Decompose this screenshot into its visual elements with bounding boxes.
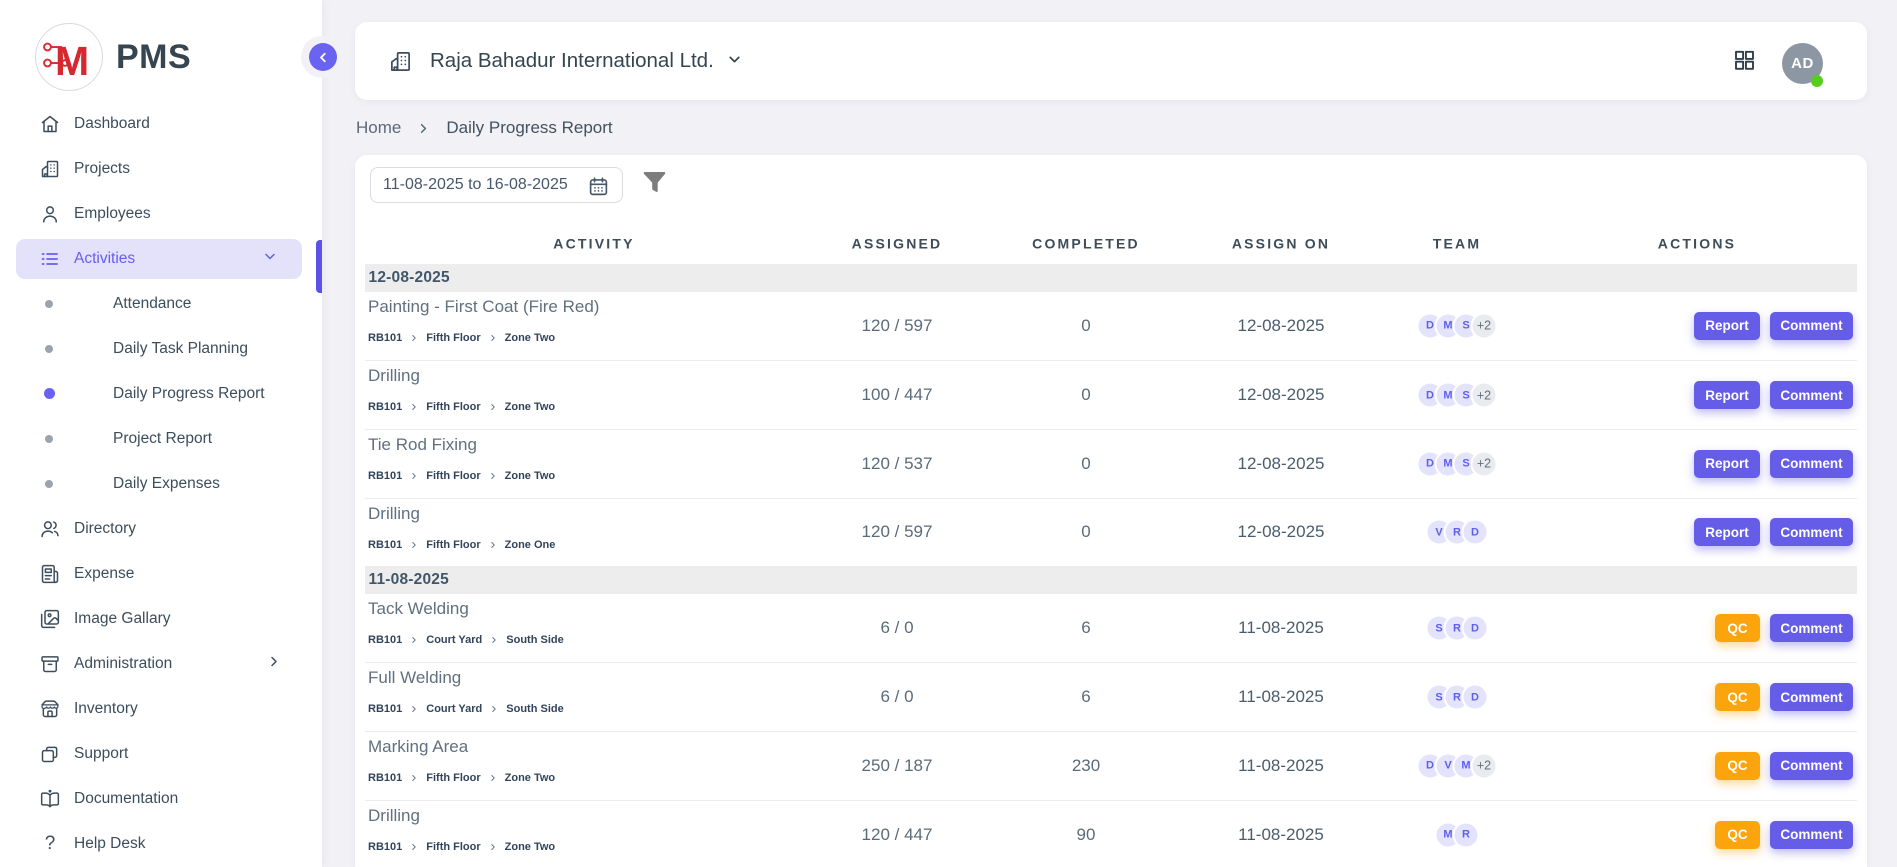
- svg-text:M: M: [55, 38, 89, 80]
